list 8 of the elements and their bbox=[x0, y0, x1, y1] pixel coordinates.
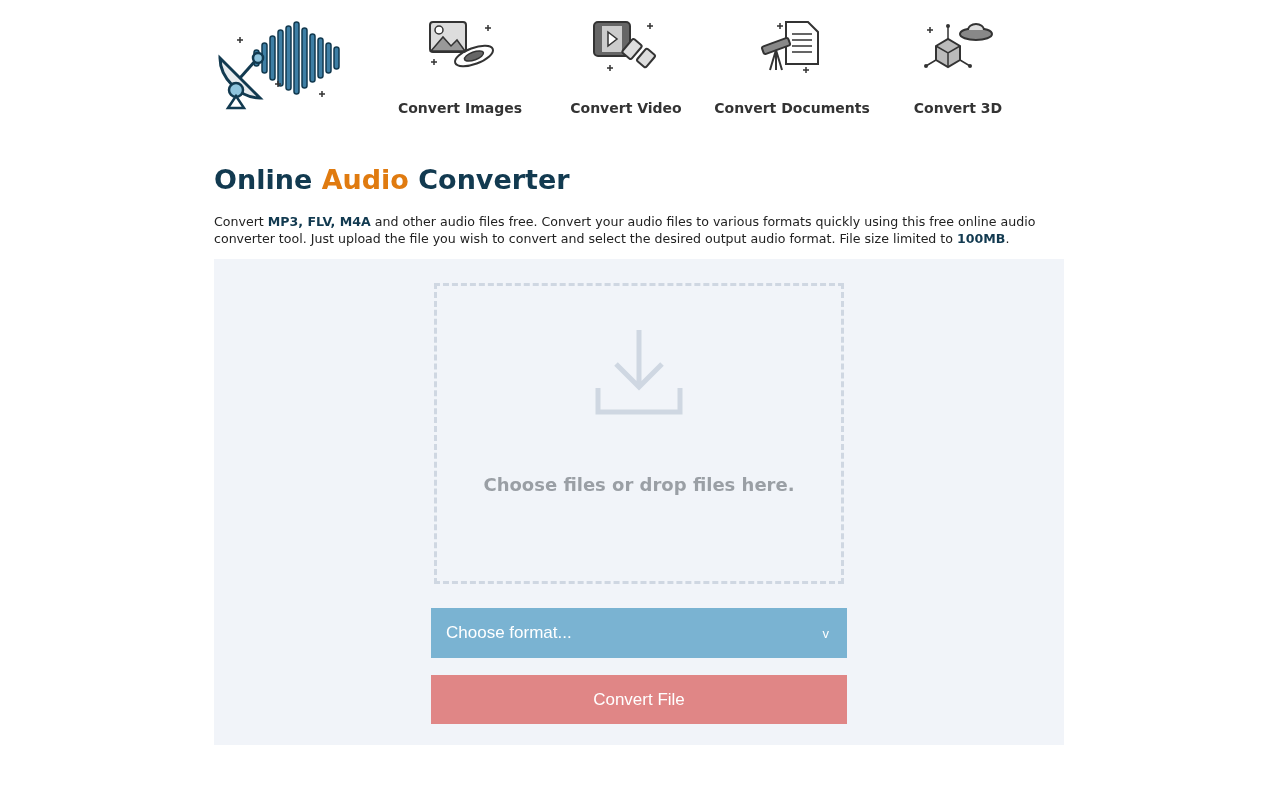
drop-zone-text: Choose files or drop files here. bbox=[483, 474, 795, 495]
nav-link[interactable]: Convert 3D bbox=[875, 18, 1041, 116]
description-text: Convert MP3, FLV, M4A and other audio files free. Convert your audio files to various formats quickly using this free online audio converter tool. Just upload the file you wish to convert and select the desired output audio format. File size limited to 100MB. bbox=[214, 213, 1037, 247]
nav-link[interactable]: Convert Images bbox=[377, 18, 543, 116]
nav-link[interactable]: Convert Documents bbox=[709, 18, 875, 116]
nav-link[interactable]: Convert Video bbox=[543, 18, 709, 116]
page-title: Online Audio Converter bbox=[214, 164, 571, 195]
download-icon bbox=[594, 328, 684, 418]
